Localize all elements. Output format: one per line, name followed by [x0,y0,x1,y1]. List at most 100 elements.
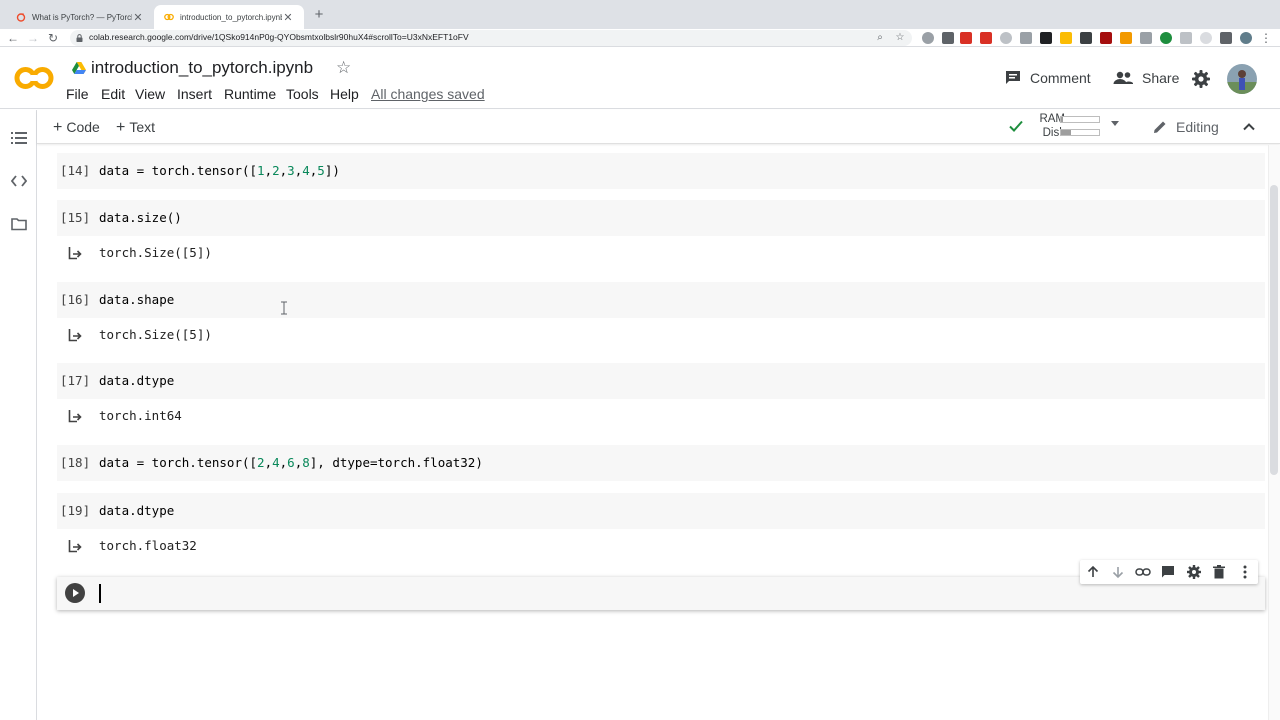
editing-mode-button[interactable]: Editing [1152,119,1219,135]
output-text: torch.Size([5]) [99,245,212,260]
move-down-arrow-icon[interactable] [1110,564,1126,580]
menu-tools[interactable]: Tools [286,86,319,102]
disk-usage-bar[interactable] [1060,129,1100,136]
extension-icon[interactable] [942,32,954,44]
colab-header: introduction_to_pytorch.ipynb ☆ File Edi… [0,47,1280,109]
gmail-icon[interactable] [960,32,972,44]
link-icon[interactable] [1135,564,1151,580]
extensions-puzzle-icon[interactable] [1220,32,1232,44]
ram-usage-bar[interactable] [1060,116,1100,123]
code-cell[interactable]: [18] data = torch.tensor([2,4,6,8], dtyp… [57,445,1265,481]
extension-icon[interactable] [1040,32,1052,44]
extension-icon[interactable] [1140,32,1152,44]
extension-icon[interactable] [1020,32,1032,44]
output-arrow-icon[interactable] [68,409,82,423]
cell-toolbar [1080,560,1258,584]
gear-icon[interactable] [1186,564,1202,580]
colab-icon [164,13,174,21]
browser-menu-icon[interactable]: ⋮ [1258,30,1274,46]
save-status[interactable]: All changes saved [371,86,485,102]
close-icon[interactable]: ✕ [282,11,294,24]
lock-icon [76,34,83,42]
text-cursor [99,584,101,603]
cell-code[interactable]: data = torch.tensor([1,2,3,4,5]) [99,163,340,178]
cell-code[interactable]: data.size() [99,210,182,225]
cell-code[interactable]: data = torch.tensor([2,4,6,8], dtype=tor… [99,455,483,470]
menu-insert[interactable]: Insert [177,86,212,102]
bookmark-star-icon[interactable]: ☆ [894,32,906,44]
add-code-cell-button[interactable]: + Code [53,119,100,137]
folder-icon[interactable] [11,216,27,232]
cell-input[interactable]: [16] data.shape [57,282,1265,318]
forward-arrow-icon[interactable]: → [25,30,41,46]
menu-edit[interactable]: Edit [101,86,125,102]
gear-icon[interactable] [1191,69,1211,89]
extension-icon[interactable] [1100,32,1112,44]
add-text-cell-button[interactable]: + Text [116,119,155,137]
extension-icon[interactable] [1180,32,1192,44]
browser-tab-colab[interactable]: introduction_to_pytorch.ipynb ✕ [154,5,304,29]
menu-file[interactable]: File [66,86,89,102]
run-cell-button[interactable] [65,583,85,603]
code-cell[interactable]: [17] data.dtype torch.int64 [57,363,1265,433]
cell-code[interactable]: data.dtype [99,373,174,388]
extension-icon[interactable] [922,32,934,44]
cell-code[interactable]: data.dtype [99,503,174,518]
comment-icon[interactable] [1160,564,1176,580]
code-snippets-icon[interactable] [11,173,27,189]
more-vert-icon[interactable] [1237,564,1253,580]
trash-icon[interactable] [1211,564,1227,580]
execution-count: [15] [60,210,91,225]
cell-input[interactable]: [14] data = torch.tensor([1,2,3,4,5]) [57,153,1265,189]
avatar[interactable] [1227,64,1257,94]
share-button[interactable]: Share [1112,69,1179,87]
star-icon[interactable]: ☆ [336,58,351,78]
cell-input[interactable]: [15] data.size() [57,200,1265,236]
editing-label: Editing [1176,119,1219,135]
cell-input[interactable]: [18] data = torch.tensor([2,4,6,8], dtyp… [57,445,1265,481]
code-cell[interactable]: [16] data.shape torch.Size([5]) [57,282,1265,352]
menu-help[interactable]: Help [330,86,359,102]
comment-button[interactable]: Comment [1004,69,1091,87]
extension-icon[interactable] [1080,32,1092,44]
grammarly-icon[interactable] [1160,32,1172,44]
scrollbar-thumb[interactable] [1270,185,1278,475]
browser-tab-pytorch[interactable]: What is PyTorch? — PyTorch Tu ✕ [6,5,154,29]
menu-view[interactable]: View [135,86,165,102]
execution-count: [14] [60,163,91,178]
cell-output: torch.Size([5]) [57,318,1265,352]
rss-icon[interactable] [1120,32,1132,44]
cell-input[interactable]: [19] data.dtype [57,493,1265,529]
code-cell[interactable]: [19] data.dtype torch.float32 [57,493,1265,563]
back-arrow-icon[interactable]: ← [5,30,21,46]
extension-icon[interactable] [1060,32,1072,44]
output-arrow-icon[interactable] [68,246,82,260]
zoom-icon[interactable]: ⌕ [874,32,886,44]
new-tab-plus-icon[interactable]: + [310,6,328,24]
output-arrow-icon[interactable] [68,539,82,553]
table-of-contents-icon[interactable] [11,130,27,146]
cell-code[interactable]: data.shape [99,292,174,307]
profile-avatar-icon[interactable] [1240,32,1252,44]
menu-runtime[interactable]: Runtime [224,86,276,102]
comment-label: Comment [1030,70,1091,86]
code-cell[interactable]: [14] data = torch.tensor([1,2,3,4,5]) [57,153,1265,189]
extension-icon[interactable] [1000,32,1012,44]
close-icon[interactable]: ✕ [132,11,144,24]
colab-logo[interactable] [14,62,54,94]
chevron-up-icon[interactable] [1241,119,1257,135]
notebook-title[interactable]: introduction_to_pytorch.ipynb [91,58,313,78]
move-up-arrow-icon[interactable] [1085,564,1101,580]
cell-input[interactable]: [17] data.dtype [57,363,1265,399]
address-bar[interactable]: colab.research.google.com/drive/1QSko914… [70,30,912,46]
check-icon [1009,120,1023,132]
extension-icon[interactable] [1200,32,1212,44]
share-label: Share [1142,70,1180,86]
extension-badge-icon[interactable] [980,32,992,44]
code-cell[interactable]: [15] data.size() torch.Size([5]) [57,200,1265,270]
output-text: torch.int64 [99,408,182,423]
browser-toolbar: ← → ↻ colab.research.google.com/drive/1Q… [0,29,1280,47]
output-arrow-icon[interactable] [68,328,82,342]
chevron-down-icon[interactable] [1111,121,1119,126]
reload-icon[interactable]: ↻ [45,30,61,46]
